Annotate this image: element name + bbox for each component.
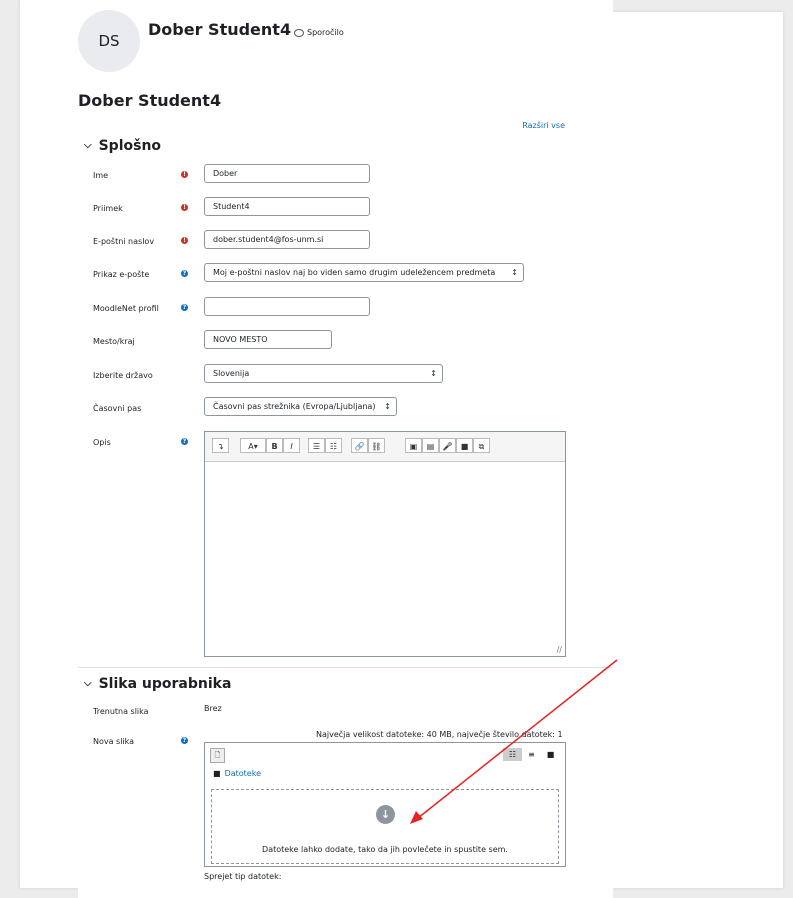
timezone-select[interactable]: Časovni pas strežnika (Evropa/Ljubljana) bbox=[204, 397, 397, 416]
city-label: Mesto/kraj bbox=[93, 337, 135, 346]
folder-icon: ■ bbox=[213, 769, 221, 778]
bullet-list-icon[interactable]: ☰ bbox=[308, 438, 325, 453]
country-selected: Slovenija bbox=[213, 369, 250, 378]
email-field[interactable]: dober.student4@fos-unm.si bbox=[204, 230, 370, 249]
moodlenet-label: MoodleNet profil bbox=[93, 304, 159, 313]
link-icon[interactable]: 🔗 bbox=[351, 438, 368, 453]
moodlenet-field[interactable] bbox=[204, 297, 370, 316]
user-fullname-heading: Dober Student4 bbox=[148, 20, 292, 39]
folder-link: Datoteke bbox=[224, 769, 261, 778]
help-icon[interactable]: ? bbox=[181, 270, 188, 277]
list-view-icon[interactable]: ≡ bbox=[522, 748, 541, 761]
video-icon[interactable]: ■ bbox=[456, 438, 473, 453]
required-icon: ! bbox=[181, 237, 188, 244]
section-user-picture-title: Slika uporabnika bbox=[98, 676, 232, 692]
message-link[interactable]: Sporočilo bbox=[294, 28, 344, 37]
folder-view-icon[interactable]: ■ bbox=[541, 748, 560, 761]
media-icon[interactable]: ▤ bbox=[422, 438, 439, 453]
unlink-icon[interactable]: ⛓ bbox=[368, 438, 385, 453]
microphone-icon[interactable]: 🎤 bbox=[439, 438, 456, 453]
editor-toolbar: ↴ A▾ B I ☰ ☷ 🔗 ⛓ ▣ ▤ 🎤 ■ ⧉ bbox=[205, 432, 565, 462]
file-picker: 🗋 ☷ ≡ ■ ■ Datoteke ↓ Datoteke lahko dodat… bbox=[204, 742, 566, 867]
description-label: Opis bbox=[93, 438, 111, 447]
page-title: Dober Student4 bbox=[78, 91, 222, 110]
grid-view-icon[interactable]: ☷ bbox=[503, 748, 522, 761]
resize-handle-icon[interactable]: ∕∕ bbox=[557, 645, 562, 654]
new-picture-label: Nova slika bbox=[93, 737, 135, 746]
left-margin-panel bbox=[20, 0, 78, 888]
description-editor[interactable]: ↴ A▾ B I ☰ ☷ 🔗 ⛓ ▣ ▤ 🎤 ■ ⧉ ∕∕ bbox=[204, 431, 566, 657]
chevron-down-icon: ⌵ bbox=[84, 678, 92, 689]
section-general-toggle[interactable]: ⌵ Splošno bbox=[84, 138, 161, 154]
help-icon[interactable]: ? bbox=[181, 304, 188, 311]
email-label: E-poštni naslov bbox=[93, 237, 155, 246]
required-icon: ! bbox=[181, 204, 188, 211]
file-picker-toolbar: 🗋 ☷ ≡ ■ ■ Datoteke bbox=[205, 743, 565, 780]
file-drop-zone[interactable]: ↓ Datoteke lahko dodate, tako da jih pov… bbox=[211, 789, 559, 864]
collapse-toolbar-icon[interactable]: ↴ bbox=[212, 438, 229, 453]
image-icon[interactable]: ▣ bbox=[405, 438, 422, 453]
current-picture-value: Brez bbox=[204, 704, 222, 713]
current-picture-label: Trenutna slika bbox=[93, 707, 149, 716]
view-switcher: ☷ ≡ ■ bbox=[503, 748, 560, 761]
folder-breadcrumb[interactable]: ■ Datoteke bbox=[213, 769, 261, 778]
font-style-icon[interactable]: A▾ bbox=[240, 438, 266, 453]
timezone-label: Časovni pas bbox=[93, 404, 142, 413]
download-arrow-icon: ↓ bbox=[376, 805, 395, 824]
italic-icon[interactable]: I bbox=[283, 438, 300, 453]
timezone-selected: Časovni pas strežnika (Evropa/Ljubljana) bbox=[213, 402, 376, 411]
add-file-icon[interactable]: 🗋 bbox=[210, 748, 225, 763]
avatar: DS bbox=[78, 10, 140, 72]
country-select[interactable]: Slovenija bbox=[204, 364, 443, 383]
right-margin-panel bbox=[613, 12, 783, 888]
section-user-picture-toggle[interactable]: ⌵ Slika uporabnika bbox=[84, 676, 231, 692]
last-name-label: Priimek bbox=[93, 204, 123, 213]
file-limits-text: Največja velikost datoteke: 40 MB, najve… bbox=[316, 730, 563, 739]
section-general-title: Splošno bbox=[98, 138, 162, 154]
section-divider bbox=[78, 667, 613, 668]
chevron-down-icon: ⌵ bbox=[84, 140, 92, 151]
message-link-label: Sporočilo bbox=[307, 28, 344, 37]
help-icon[interactable]: ? bbox=[181, 438, 188, 445]
first-name-label: Ime bbox=[93, 171, 109, 180]
city-field[interactable]: NOVO MESTO bbox=[204, 330, 332, 349]
expand-all-link[interactable]: Razširi vse bbox=[522, 121, 565, 130]
avatar-initials: DS bbox=[98, 32, 120, 50]
email-display-select[interactable]: Moj e-poštni naslov naj bo viden samo dr… bbox=[204, 263, 524, 282]
country-label: Izberite državo bbox=[93, 371, 153, 380]
first-name-field[interactable]: Dober bbox=[204, 164, 370, 183]
bold-icon[interactable]: B bbox=[266, 438, 283, 453]
numbered-list-icon[interactable]: ☷ bbox=[325, 438, 342, 453]
speech-bubble-icon bbox=[294, 28, 304, 37]
profile-edit-page: DS Dober Student4 Sporočilo Dober Studen… bbox=[78, 0, 613, 898]
help-icon[interactable]: ? bbox=[181, 737, 188, 744]
email-display-selected: Moj e-poštni naslov naj bo viden samo dr… bbox=[213, 268, 496, 277]
required-icon: ! bbox=[181, 171, 188, 178]
last-name-field[interactable]: Student4 bbox=[204, 197, 370, 216]
drop-zone-text: Datoteke lahko dodate, tako da jih povle… bbox=[262, 845, 508, 854]
copy-icon[interactable]: ⧉ bbox=[473, 438, 490, 453]
email-display-label: Prikaz e-pošte bbox=[93, 270, 150, 279]
accepted-types-label: Sprejet tip datotek: bbox=[204, 872, 282, 881]
